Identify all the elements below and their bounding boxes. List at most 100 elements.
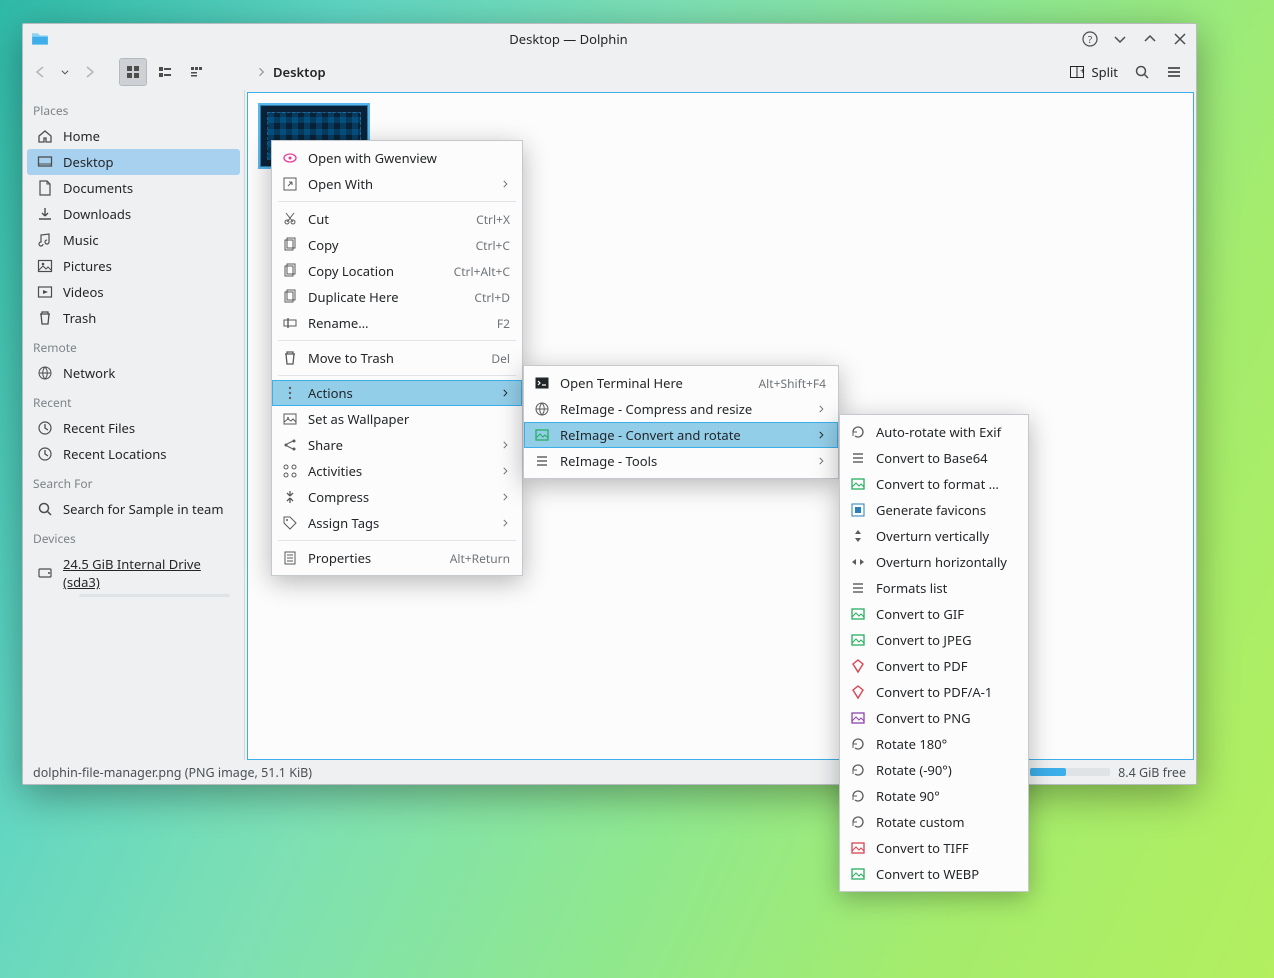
menu-item[interactable]: Convert to PDF: [840, 653, 1028, 679]
menu-item[interactable]: Convert to TIFF: [840, 835, 1028, 861]
search-button[interactable]: [1128, 58, 1156, 86]
menu-item[interactable]: Share: [272, 432, 522, 458]
menu-item[interactable]: CutCtrl+X: [272, 206, 522, 232]
sidebar-item-recent-files[interactable]: Recent Files: [27, 415, 240, 441]
menu-item[interactable]: Convert to Base64: [840, 445, 1028, 471]
sidebar-item-documents[interactable]: Documents: [27, 175, 240, 201]
menu-item[interactable]: Compress: [272, 484, 522, 510]
menu-item-label: Formats list: [876, 579, 1016, 597]
menu-item[interactable]: CopyCtrl+C: [272, 232, 522, 258]
menu-item[interactable]: Convert to PDF/A-1: [840, 679, 1028, 705]
nav-back-button[interactable]: [27, 58, 55, 86]
breadcrumb[interactable]: Desktop: [255, 63, 326, 81]
sidebar-item-pictures[interactable]: Pictures: [27, 253, 240, 279]
i-rotate-icon: [850, 424, 866, 440]
sidebar-item-videos[interactable]: Videos: [27, 279, 240, 305]
menu-item[interactable]: Duplicate HereCtrl+D: [272, 284, 522, 310]
menu-item[interactable]: Convert to PNG: [840, 705, 1028, 731]
menu-item-label: Assign Tags: [308, 514, 490, 532]
menu-item-label: ReImage - Convert and rotate: [560, 426, 806, 444]
sidebar-item-downloads[interactable]: Downloads: [27, 201, 240, 227]
menu-item[interactable]: Auto-rotate with Exif: [840, 419, 1028, 445]
menu-item[interactable]: Actions: [272, 380, 522, 406]
menu-item[interactable]: ReImage - Convert and rotate: [524, 422, 838, 448]
menu-item[interactable]: Activities: [272, 458, 522, 484]
menu-item-label: Copy: [308, 236, 454, 254]
i-list-icon: [850, 580, 866, 596]
sidebar-item-music[interactable]: Music: [27, 227, 240, 253]
menu-item-label: Overturn vertically: [876, 527, 1016, 545]
sidebar-item-trash[interactable]: Trash: [27, 305, 240, 331]
menu-item[interactable]: Set as Wallpaper: [272, 406, 522, 432]
app-icon: [31, 30, 49, 48]
hamburger-menu-button[interactable]: [1160, 58, 1188, 86]
menu-item[interactable]: Move to TrashDel: [272, 345, 522, 371]
menu-item[interactable]: Open With: [272, 171, 522, 197]
menu-item[interactable]: Open Terminal HereAlt+Shift+F4: [524, 370, 838, 396]
menu-item-label: Convert to format …: [876, 475, 1016, 493]
menu-item[interactable]: Convert to WEBP: [840, 861, 1028, 887]
breadcrumb-current[interactable]: Desktop: [273, 63, 326, 81]
i-favicon-icon: [850, 502, 866, 518]
menu-item[interactable]: Rotate custom: [840, 809, 1028, 835]
menu-item[interactable]: Rotate (-90°): [840, 757, 1028, 783]
menu-item[interactable]: Overturn vertically: [840, 523, 1028, 549]
actions-submenu: Open Terminal HereAlt+Shift+F4ReImage - …: [523, 365, 839, 479]
menu-item-shortcut: Ctrl+Alt+C: [442, 263, 510, 280]
menu-item[interactable]: Convert to GIF: [840, 601, 1028, 627]
menu-item-label: Activities: [308, 462, 490, 480]
menu-item[interactable]: Rename…F2: [272, 310, 522, 336]
chevron-right-icon: [816, 430, 826, 440]
i-activities-icon: [282, 463, 298, 479]
i-network-icon: [534, 401, 550, 417]
i-image-g-icon: [850, 606, 866, 622]
split-view-button[interactable]: Split: [1063, 63, 1124, 81]
menu-item-label: Properties: [308, 549, 428, 567]
document-icon: [37, 180, 53, 196]
minimize-button[interactable]: [1112, 31, 1128, 47]
menu-item[interactable]: Convert to format …: [840, 471, 1028, 497]
menu-item-label: Convert to GIF: [876, 605, 1016, 623]
menu-item[interactable]: Assign Tags: [272, 510, 522, 536]
nav-forward-button[interactable]: [75, 58, 103, 86]
menu-item[interactable]: Properties Alt+Return: [272, 545, 522, 571]
download-icon: [37, 206, 53, 222]
menu-item-label: Set as Wallpaper: [308, 410, 510, 428]
nav-back-history[interactable]: [59, 67, 71, 77]
menu-item-label: Convert to PDF: [876, 657, 1016, 675]
menu-item-label: Rotate custom: [876, 813, 1016, 831]
close-button[interactable]: [1172, 31, 1188, 47]
i-image-g-icon: [850, 476, 866, 492]
sidebar-item-network[interactable]: Network: [27, 360, 240, 386]
menu-separator: [278, 340, 516, 341]
menu-item[interactable]: Copy Location Ctrl+Alt+C: [272, 258, 522, 284]
sidebar-item-desktop[interactable]: Desktop: [27, 149, 240, 175]
help-button[interactable]: [1082, 31, 1098, 47]
menu-item[interactable]: Generate favicons: [840, 497, 1028, 523]
searchfor-header: Search For: [23, 467, 244, 496]
i-image-r-icon: [850, 840, 866, 856]
menu-item[interactable]: Open with Gwenview: [272, 145, 522, 171]
menu-item-label: Rotate 180°: [876, 735, 1016, 753]
sidebar-item-internal-drive[interactable]: 24.5 GiB Internal Drive (sda3): [27, 551, 240, 599]
view-icons-button[interactable]: [119, 58, 147, 86]
menu-item[interactable]: ReImage - Compress and resize: [524, 396, 838, 422]
menu-item[interactable]: Overturn horizontally: [840, 549, 1028, 575]
menu-item-label: Convert to JPEG: [876, 631, 1016, 649]
menu-item-shortcut: Alt+Return: [438, 550, 510, 567]
menu-item[interactable]: Rotate 180°: [840, 731, 1028, 757]
menu-item[interactable]: Formats list: [840, 575, 1028, 601]
menu-item[interactable]: Convert to JPEG: [840, 627, 1028, 653]
menu-item[interactable]: Rotate 90°: [840, 783, 1028, 809]
sidebar-item-recent-locations[interactable]: Recent Locations: [27, 441, 240, 467]
view-details-button[interactable]: [183, 58, 211, 86]
menu-item[interactable]: ReImage - Tools: [524, 448, 838, 474]
menu-item-label: Copy Location: [308, 262, 432, 280]
maximize-button[interactable]: [1142, 31, 1158, 47]
menu-separator: [278, 375, 516, 376]
view-compact-button[interactable]: [151, 58, 179, 86]
sidebar-item-home[interactable]: Home: [27, 123, 240, 149]
menu-item-label: Compress: [308, 488, 490, 506]
drive-icon: [37, 565, 53, 581]
sidebar-item-search-sample[interactable]: Search for Sample in team: [27, 496, 240, 522]
